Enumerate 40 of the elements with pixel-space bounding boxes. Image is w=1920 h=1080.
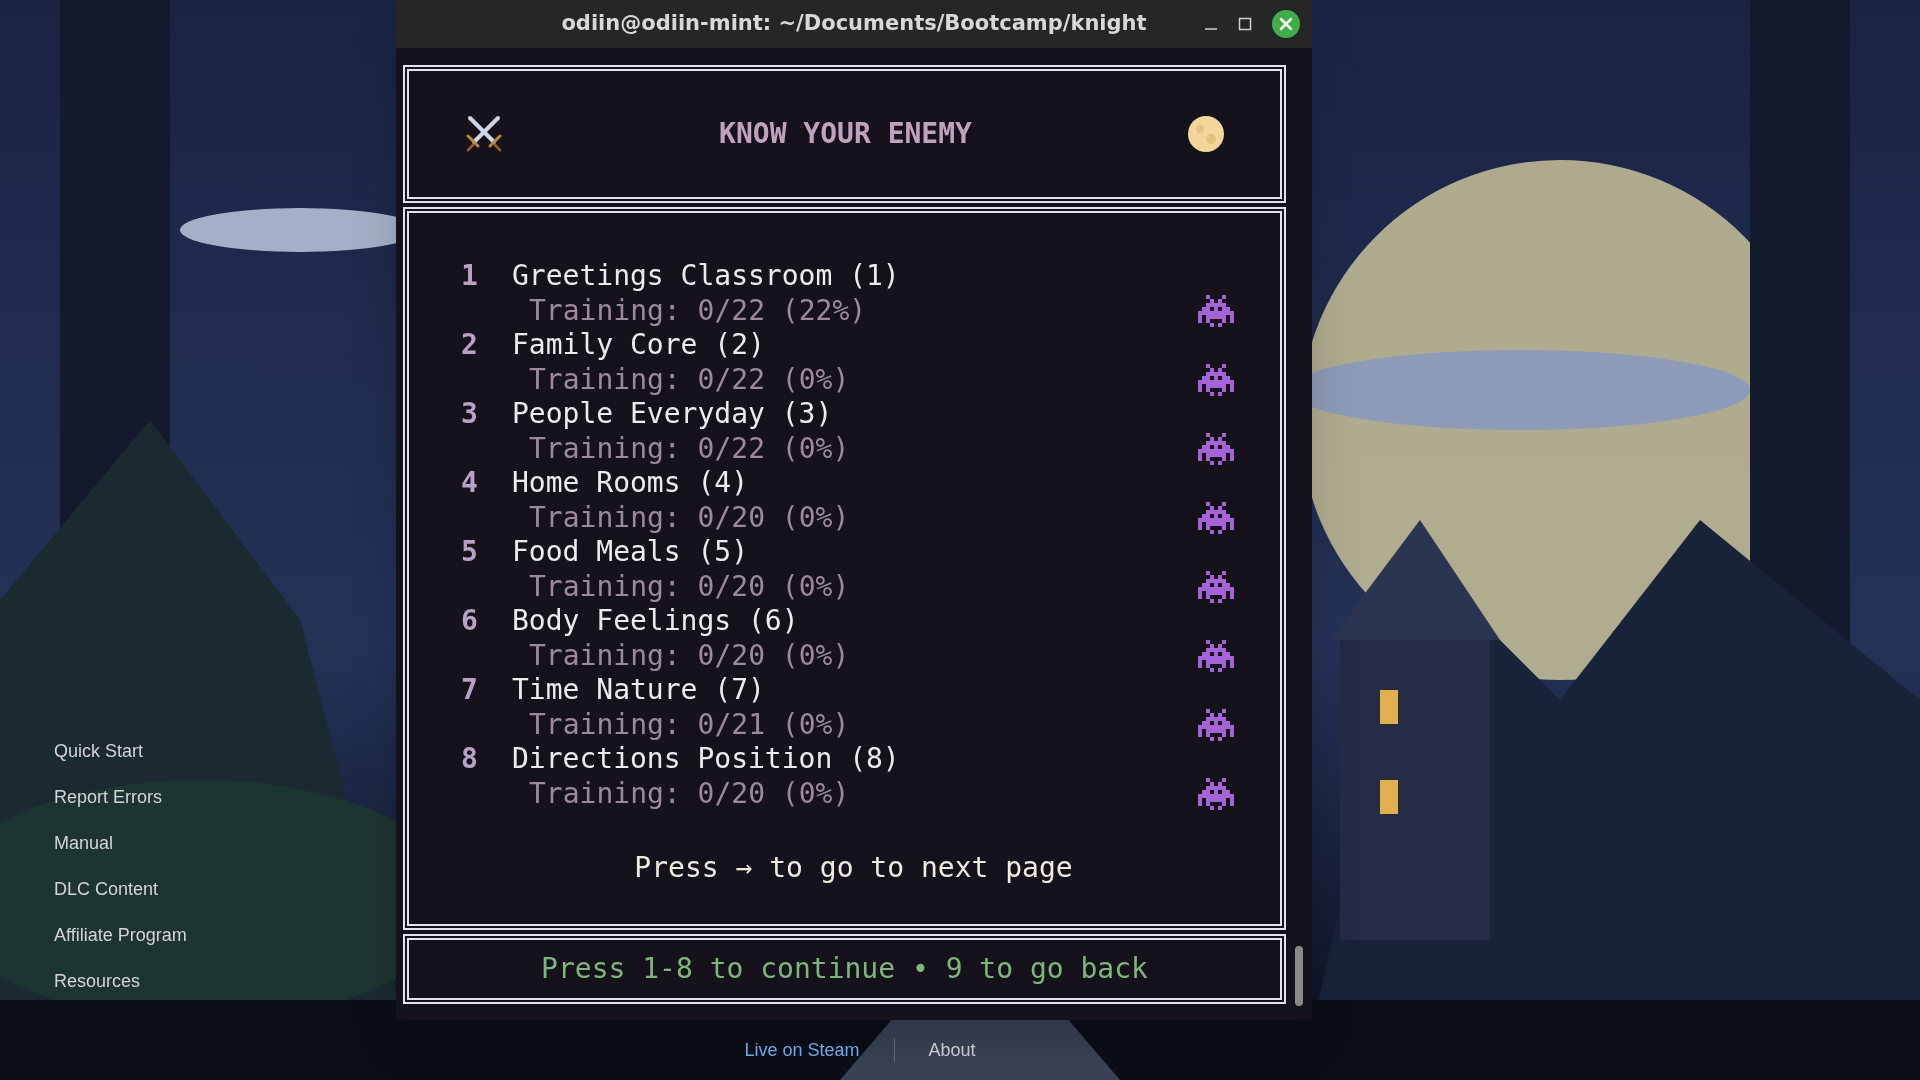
window-title: odiin@odiin-mint: ~/Documents/Bootcamp/knight — [560, 10, 1148, 38]
controls-hint: Press 1-8 to continue • 9 to go back — [541, 951, 1148, 987]
level-number: 5 — [461, 534, 479, 570]
level-number: 6 — [461, 603, 479, 639]
training-count: Training: 0/20 (0%) — [529, 568, 850, 605]
training-count: Training: 0/22 (0%) — [529, 361, 850, 398]
training-count: Training: 0/20 (0%) — [529, 775, 850, 812]
alien-icon — [1198, 639, 1234, 672]
sidebar-link[interactable]: Affiliate Program — [54, 923, 187, 948]
pager-hint: Press → to go to next page — [633, 850, 1073, 886]
alien-icon — [1198, 294, 1234, 327]
level-number: 8 — [461, 741, 479, 777]
alien-icon — [1198, 363, 1234, 396]
training-count: Training: 0/21 (0%) — [529, 706, 850, 743]
level-number: 2 — [461, 327, 479, 363]
alien-icon — [1198, 570, 1234, 603]
sidebar-link[interactable]: Manual — [54, 831, 114, 856]
sidebar-link[interactable]: Report Errors — [54, 785, 163, 810]
maximize-icon[interactable] — [1238, 17, 1252, 31]
footer-link[interactable]: About — [928, 1036, 976, 1064]
moon-icon — [1187, 115, 1225, 153]
screen-title: KNOW YOUR ENEMY — [718, 116, 973, 152]
crossed-swords-icon — [464, 114, 504, 154]
training-count: Training: 0/20 (0%) — [529, 637, 850, 674]
level-number: 3 — [461, 396, 479, 432]
sidebar-link[interactable]: DLC Content — [54, 877, 159, 902]
level-number: 7 — [461, 672, 479, 708]
sidebar-link[interactable]: Resources — [54, 969, 141, 994]
training-count: Training: 0/22 (0%) — [529, 430, 850, 467]
close-icon[interactable] — [1272, 10, 1300, 38]
training-count: Training: 0/20 (0%) — [529, 499, 850, 536]
alien-icon — [1198, 708, 1234, 741]
level-number: 1 — [461, 258, 479, 294]
scrollbar-thumb[interactable] — [1295, 946, 1303, 1006]
level-number: 4 — [461, 465, 479, 501]
alien-icon — [1198, 432, 1234, 465]
alien-icon — [1198, 777, 1234, 810]
sidebar-link[interactable]: Quick Start — [54, 739, 144, 764]
footer-link[interactable]: Live on Steam — [744, 1036, 860, 1064]
alien-icon — [1198, 501, 1234, 534]
